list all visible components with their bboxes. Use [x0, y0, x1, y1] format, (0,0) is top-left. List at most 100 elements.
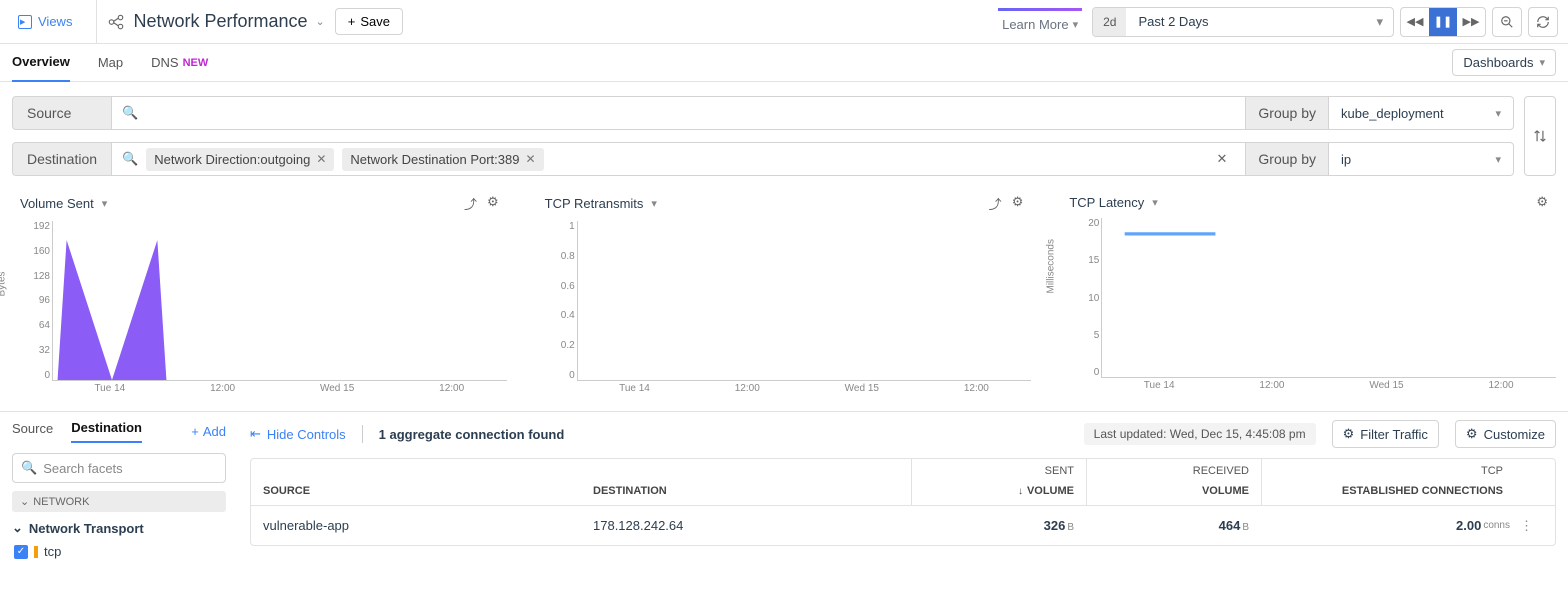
filter-chip-port[interactable]: Network Destination Port:389 ✕	[342, 148, 543, 171]
results-toolbar: ⇤ Hide Controls 1 aggregate connection f…	[250, 420, 1556, 448]
chevron-down-icon: ▾	[1073, 18, 1079, 31]
gear-icon[interactable]: ⚙	[487, 194, 499, 213]
source-filter-input[interactable]: 🔍	[112, 96, 1246, 130]
export-icon[interactable]: ⤴	[464, 194, 477, 213]
last-updated: Last updated: Wed, Dec 15, 4:45:08 pm	[1084, 423, 1316, 445]
ytick: 20	[1088, 218, 1099, 229]
tab-map[interactable]: Map	[98, 44, 123, 82]
ytick: 160	[33, 246, 50, 257]
xtick: 12:00	[1489, 380, 1514, 398]
title-chevron-icon[interactable]: ⌄	[316, 15, 325, 28]
facet-tab-source[interactable]: Source	[12, 421, 53, 442]
chevron-down-icon: ▾	[1495, 153, 1501, 166]
xtick: 12:00	[210, 383, 235, 401]
refresh-button[interactable]	[1528, 7, 1558, 37]
pause-button[interactable]: ❚❚	[1429, 8, 1457, 36]
filter-traffic-button[interactable]: ⚙ Filter Traffic	[1332, 420, 1439, 448]
learn-more-link[interactable]: Learn More ▾	[998, 8, 1082, 35]
save-button[interactable]: + Save	[335, 8, 403, 35]
chart-tcp-retransmits: TCP Retransmits ▾ ⤴ ⚙ 1 0.8 0.6 0.4 0.2 …	[537, 194, 1032, 401]
th-destination[interactable]: DESTINATION	[581, 477, 911, 505]
facet-item-tcp[interactable]: ✓ tcp	[12, 544, 226, 559]
facet-group-network-transport[interactable]: ⌄ Network Transport	[12, 520, 226, 536]
views-button[interactable]: Views	[10, 0, 97, 44]
ytick: 1	[569, 221, 575, 232]
row-menu-button[interactable]: ⋮	[1510, 518, 1543, 534]
filters: Source 🔍 Group by kube_deployment ▾ Dest…	[0, 82, 1568, 176]
close-icon[interactable]: ✕	[525, 152, 535, 166]
x-axis: Tue 14 12:00 Wed 15 12:00	[1101, 380, 1556, 398]
gear-icon[interactable]: ⚙	[1012, 194, 1024, 213]
gear-icon: ⚙	[1466, 426, 1478, 442]
xtick: Wed 15	[845, 383, 879, 401]
facet-tab-destination[interactable]: Destination	[71, 420, 142, 443]
chevron-down-icon[interactable]: ▾	[1152, 196, 1158, 209]
close-icon[interactable]: ✕	[316, 152, 326, 166]
zoom-out-button[interactable]	[1492, 7, 1522, 37]
ytick: 0	[569, 370, 575, 381]
search-icon: 🔍	[122, 151, 138, 167]
ytick: 0.2	[561, 340, 575, 351]
destination-groupby-select[interactable]: ip ▾	[1329, 142, 1514, 176]
groupby-label: Group by	[1246, 142, 1329, 176]
tab-map-label: Map	[98, 55, 123, 70]
th-source[interactable]: SOURCE	[251, 477, 581, 505]
th-established[interactable]: ESTABLISHED CONNECTIONS	[1262, 477, 1515, 505]
network-icon	[107, 13, 125, 31]
chart-title: TCP Retransmits	[545, 196, 644, 211]
time-controls: 2d Past 2 Days ▾ ◀◀ ❚❚ ▶▶	[1092, 7, 1558, 37]
plus-icon: +	[348, 14, 356, 29]
cell-sent: 326B	[911, 510, 1086, 541]
time-range-picker[interactable]: 2d Past 2 Days ▾	[1092, 7, 1394, 37]
cell-source: vulnerable-app	[251, 510, 581, 541]
main-tabs: Overview Map DNS NEW Dashboards ▾	[0, 44, 1568, 82]
step-forward-button[interactable]: ▶▶	[1457, 8, 1485, 36]
th-sent-volume[interactable]: ↓VOLUME	[912, 477, 1086, 505]
facet-section-network[interactable]: ⌄ NETWORK	[12, 491, 226, 512]
chevron-down-icon[interactable]: ▾	[651, 197, 657, 210]
facet-item-label: tcp	[44, 544, 61, 559]
table-row[interactable]: vulnerable-app 178.128.242.64 326B 464B …	[251, 505, 1555, 545]
top-bar: Views Network Performance ⌄ + Save Learn…	[0, 0, 1568, 44]
ytick: 64	[39, 320, 50, 331]
save-label: Save	[360, 14, 390, 29]
th-label: VOLUME	[1027, 485, 1074, 497]
step-back-button[interactable]: ◀◀	[1401, 8, 1429, 36]
tab-overview[interactable]: Overview	[12, 44, 70, 82]
recv-unit: B	[1242, 522, 1249, 533]
y-axis: 20 15 10 5 0	[1061, 218, 1099, 378]
dashboards-button[interactable]: Dashboards ▾	[1452, 49, 1556, 76]
customize-button[interactable]: ⚙ Customize	[1455, 420, 1556, 448]
chevron-down-icon[interactable]: ▾	[102, 197, 108, 210]
tcp-value: 2.00	[1456, 518, 1481, 533]
views-icon	[18, 15, 32, 29]
source-filter-label: Source	[12, 96, 112, 130]
xtick: Wed 15	[1369, 380, 1403, 398]
swap-button[interactable]	[1524, 96, 1556, 176]
checkbox-checked-icon[interactable]: ✓	[14, 545, 28, 559]
th-recv-volume[interactable]: VOLUME	[1087, 477, 1261, 505]
destination-filter-input[interactable]: 🔍 Network Direction:outgoing ✕ Network D…	[112, 142, 1246, 176]
title-area: Network Performance ⌄	[107, 11, 324, 32]
plot-area	[52, 221, 507, 381]
sent-unit: B	[1067, 522, 1074, 533]
xtick: Tue 14	[619, 383, 650, 401]
add-facet-button[interactable]: + Add	[191, 424, 226, 439]
xtick: Wed 15	[320, 383, 354, 401]
plot-area	[1101, 218, 1556, 378]
th-group-tcp: TCP	[1262, 459, 1515, 477]
export-icon[interactable]: ⤴	[989, 194, 1002, 213]
filter-chip-direction[interactable]: Network Direction:outgoing ✕	[146, 148, 334, 171]
source-groupby-select[interactable]: kube_deployment ▾	[1329, 96, 1514, 130]
aggregate-count: 1 aggregate connection found	[379, 427, 565, 442]
tab-dns[interactable]: DNS NEW	[151, 44, 208, 82]
ytick: 0	[44, 370, 50, 381]
gear-icon: ⚙	[1343, 426, 1355, 442]
gear-icon[interactable]: ⚙	[1536, 194, 1548, 210]
chevron-down-icon: ⌄	[20, 495, 29, 508]
clear-filters-button[interactable]: ✕	[1209, 151, 1236, 167]
hide-controls-button[interactable]: ⇤ Hide Controls	[250, 426, 346, 442]
ytick: 32	[39, 345, 50, 356]
facet-search-input[interactable]: 🔍 Search facets	[12, 453, 226, 483]
th-group-sent: SENT	[912, 459, 1086, 477]
